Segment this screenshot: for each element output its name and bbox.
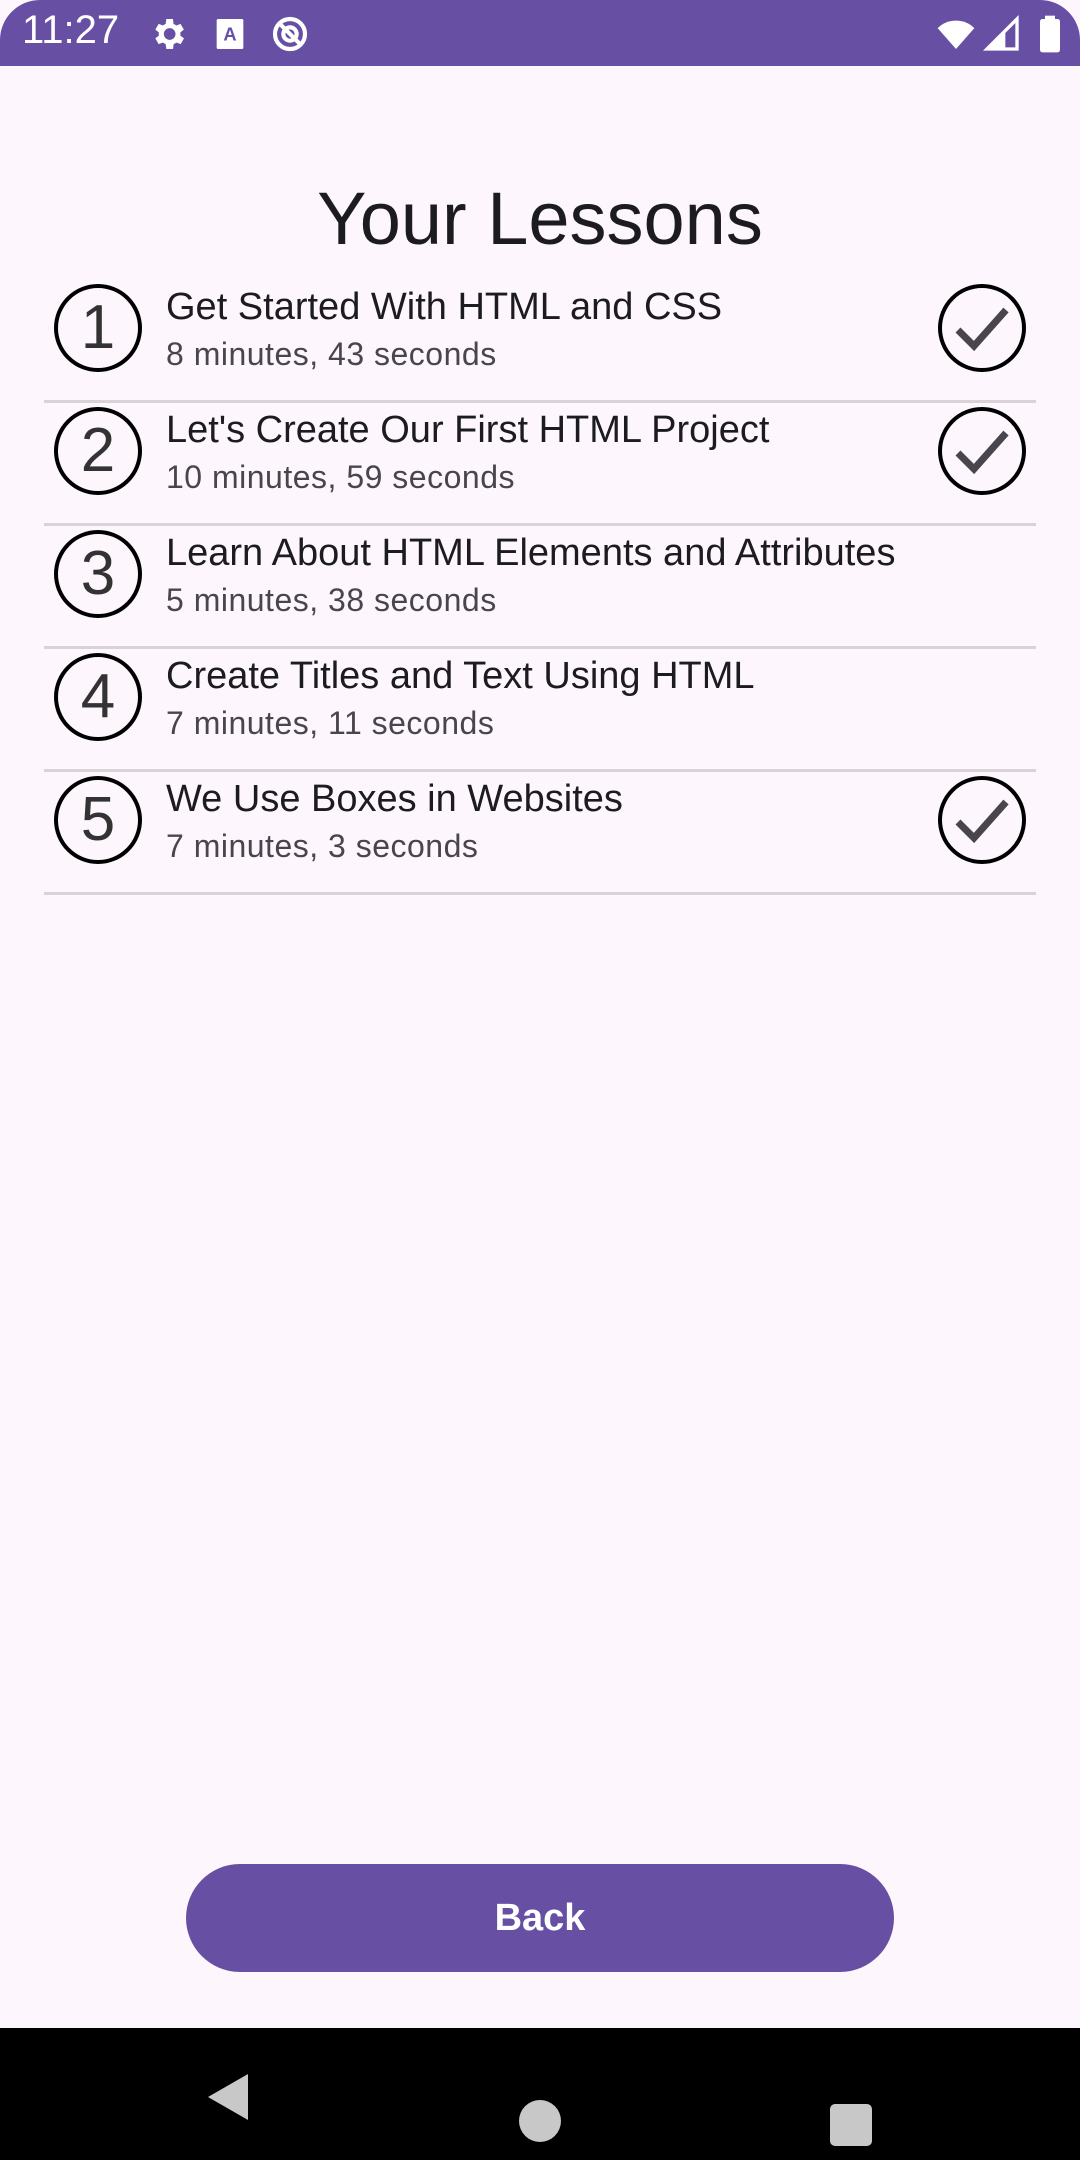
page-title: Your Lessons bbox=[317, 177, 763, 260]
lesson-number-icon: 3 bbox=[54, 530, 142, 618]
keyboard-a-icon: A bbox=[210, 14, 250, 54]
check-circle-icon bbox=[938, 407, 1026, 495]
lesson-number-icon: 2 bbox=[54, 407, 142, 495]
lesson-duration: 10 minutes, 59 seconds bbox=[166, 459, 515, 495]
lesson-number-icon: 1 bbox=[54, 284, 142, 372]
lesson-row[interactable]: 4 Create Titles and Text Using HTML 7 mi… bbox=[44, 649, 1036, 772]
gear-icon bbox=[148, 14, 188, 54]
lesson-row[interactable]: 3 Learn About HTML Elements and Attribut… bbox=[44, 526, 1036, 649]
recents-square-icon[interactable] bbox=[830, 2104, 872, 2146]
check-circle-icon bbox=[938, 776, 1026, 864]
lesson-title: Let's Create Our First HTML Project bbox=[166, 409, 770, 451]
lesson-number-icon: 5 bbox=[54, 776, 142, 864]
lesson-list: 1 Get Started With HTML and CSS 8 minute… bbox=[44, 280, 1036, 895]
lesson-row[interactable]: 1 Get Started With HTML and CSS 8 minute… bbox=[44, 280, 1036, 403]
signal-icon bbox=[982, 14, 1022, 54]
no-data-icon bbox=[270, 14, 310, 54]
lesson-title: Create Titles and Text Using HTML bbox=[166, 655, 755, 697]
lesson-number-icon: 4 bbox=[54, 653, 142, 741]
lesson-duration: 7 minutes, 11 seconds bbox=[166, 705, 495, 741]
lesson-duration: 5 minutes, 38 seconds bbox=[166, 582, 497, 618]
lesson-duration: 7 minutes, 3 seconds bbox=[166, 828, 479, 864]
status-time: 11:27 bbox=[22, 8, 120, 52]
wifi-icon bbox=[936, 14, 976, 54]
back-triangle-icon[interactable] bbox=[206, 2072, 250, 2127]
lesson-row[interactable]: 5 We Use Boxes in Websites 7 minutes, 3 … bbox=[44, 772, 1036, 895]
lesson-duration: 8 minutes, 43 seconds bbox=[166, 336, 497, 372]
lesson-row[interactable]: 2 Let's Create Our First HTML Project 10… bbox=[44, 403, 1036, 526]
back-button[interactable]: Back bbox=[186, 1864, 894, 1972]
svg-text:A: A bbox=[223, 24, 236, 45]
navigation-bar bbox=[0, 2028, 1080, 2160]
battery-icon bbox=[1030, 14, 1070, 54]
lesson-title: Learn About HTML Elements and Attributes bbox=[166, 532, 896, 574]
lesson-title: We Use Boxes in Websites bbox=[166, 778, 623, 820]
lesson-title: Get Started With HTML and CSS bbox=[166, 286, 723, 328]
check-circle-icon bbox=[938, 284, 1026, 372]
home-circle-icon[interactable] bbox=[519, 2100, 561, 2142]
status-bar: 11:27 A bbox=[0, 0, 1080, 66]
